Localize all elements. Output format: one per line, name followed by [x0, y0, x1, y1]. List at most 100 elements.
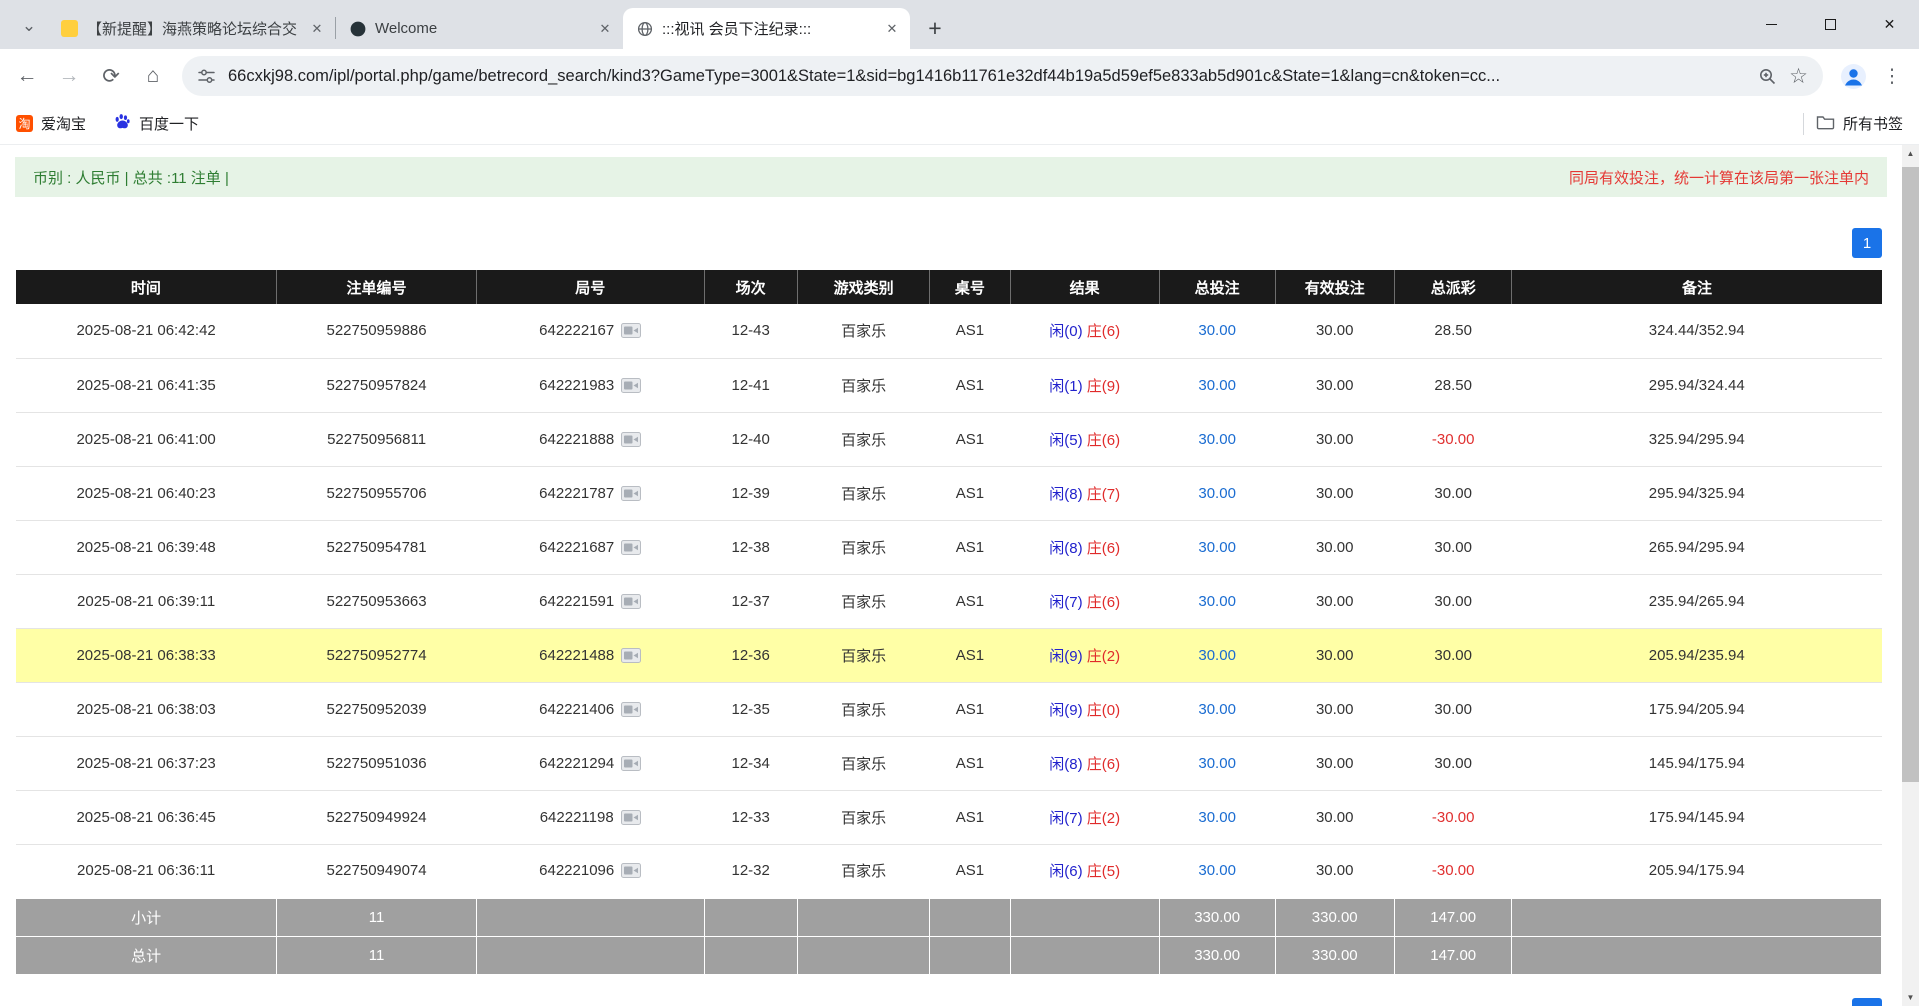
- video-replay-icon[interactable]: [621, 756, 641, 771]
- welcome-favicon-icon: [349, 20, 366, 37]
- result-player: 闲(6): [1049, 863, 1082, 880]
- forward-icon: →: [59, 64, 80, 88]
- zoom-icon[interactable]: [1758, 67, 1777, 86]
- tab-welcome[interactable]: Welcome ✕: [336, 8, 623, 49]
- pagination-button-1[interactable]: 1: [1852, 228, 1882, 258]
- column-header: 时间: [16, 270, 277, 304]
- video-replay-icon[interactable]: [621, 432, 641, 447]
- cell-session: 12-34: [704, 736, 797, 790]
- url-text[interactable]: 66cxkj98.com/ipl/portal.php/game/betreco…: [228, 67, 1746, 86]
- refresh-button[interactable]: ⟳: [92, 57, 130, 95]
- cell-time: 2025-08-21 06:42:42: [16, 304, 277, 358]
- cell-session: 12-39: [704, 466, 797, 520]
- result-banker: 庄(5): [1087, 863, 1120, 880]
- cell-valid-bet: 30.00: [1275, 682, 1394, 736]
- maximize-button[interactable]: [1801, 0, 1860, 49]
- cell-table-no: AS1: [930, 682, 1010, 736]
- bookmark-baidu[interactable]: 百度一下: [114, 113, 199, 134]
- result-player: 闲(9): [1049, 702, 1082, 719]
- site-settings-icon[interactable]: [197, 67, 216, 86]
- payout-value: 30.00: [1434, 647, 1472, 664]
- all-bookmarks-label: 所有书签: [1843, 113, 1903, 134]
- total-bet-link[interactable]: 30.00: [1198, 377, 1236, 394]
- cell-total-bet: 30.00: [1159, 466, 1275, 520]
- total-bet-link[interactable]: 30.00: [1198, 862, 1236, 879]
- home-button[interactable]: ⌂: [134, 57, 172, 95]
- cell-round-id: 642221787: [476, 466, 704, 520]
- cell-session: 12-36: [704, 628, 797, 682]
- home-icon: ⌂: [147, 64, 160, 88]
- scroll-down-arrow-icon[interactable]: ▼: [1902, 989, 1919, 1006]
- video-replay-icon[interactable]: [621, 863, 641, 878]
- total-bet-link[interactable]: 30.00: [1198, 431, 1236, 448]
- total-bet-link[interactable]: 30.00: [1198, 755, 1236, 772]
- video-replay-icon[interactable]: [621, 323, 641, 338]
- window-controls: ✕: [1742, 0, 1919, 49]
- summary-count: 11: [277, 898, 477, 936]
- cell-table-no: AS1: [930, 844, 1010, 898]
- close-window-button[interactable]: ✕: [1860, 0, 1919, 49]
- address-bar[interactable]: 66cxkj98.com/ipl/portal.php/game/betreco…: [182, 56, 1823, 96]
- payout-value: 30.00: [1434, 593, 1472, 610]
- video-replay-icon[interactable]: [621, 648, 641, 663]
- video-replay-icon[interactable]: [621, 540, 641, 555]
- tab-bet-records[interactable]: :::视讯 会员下注纪录::: ✕: [623, 8, 910, 49]
- summary-row: 总计11330.00330.00147.00: [16, 936, 1882, 974]
- forward-button[interactable]: →: [50, 57, 88, 95]
- notice-text: 同局有效投注，统一计算在该局第一张注单内: [1569, 167, 1869, 188]
- cell-game-type: 百家乐: [797, 574, 929, 628]
- cell-valid-bet: 30.00: [1275, 358, 1394, 412]
- bookmark-taobao[interactable]: 淘 爱淘宝: [16, 113, 86, 134]
- scrollbar-thumb[interactable]: [1902, 167, 1919, 782]
- column-header: 有效投注: [1275, 270, 1394, 304]
- cell-time: 2025-08-21 06:39:11: [16, 574, 277, 628]
- cell-remark: 325.94/295.94: [1512, 412, 1882, 466]
- payout-value: 30.00: [1434, 539, 1472, 556]
- cell-bet-id: 522750957824: [277, 358, 477, 412]
- round-number: 642221591: [539, 593, 614, 610]
- back-button[interactable]: ←: [8, 57, 46, 95]
- total-bet-link[interactable]: 30.00: [1198, 539, 1236, 556]
- bet-record-row: 2025-08-21 06:37:23522750951036642221294…: [16, 736, 1882, 790]
- video-replay-icon[interactable]: [621, 702, 641, 717]
- video-replay-icon[interactable]: [621, 594, 641, 609]
- round-number: 642222167: [539, 322, 614, 339]
- menu-icon[interactable]: ⋮: [1877, 57, 1907, 95]
- cell-remark: 145.94/175.94: [1512, 736, 1882, 790]
- tab-close-icon[interactable]: ✕: [595, 19, 615, 39]
- column-header: 总投注: [1159, 270, 1275, 304]
- vertical-scrollbar[interactable]: ▲ ▼: [1902, 145, 1919, 1006]
- tab-close-icon[interactable]: ✕: [882, 19, 902, 39]
- cell-time: 2025-08-21 06:39:48: [16, 520, 277, 574]
- tab-search-button[interactable]: ⌄: [14, 11, 44, 41]
- cell-game-type: 百家乐: [797, 844, 929, 898]
- total-bet-link[interactable]: 30.00: [1198, 701, 1236, 718]
- total-bet-link[interactable]: 30.00: [1198, 809, 1236, 826]
- scroll-up-arrow-icon[interactable]: ▲: [1902, 145, 1919, 162]
- video-replay-icon[interactable]: [621, 810, 641, 825]
- total-bet-link[interactable]: 30.00: [1198, 485, 1236, 502]
- table-footer: 小计11330.00330.00147.00总计11330.00330.0014…: [16, 898, 1882, 974]
- round-number: 642221198: [540, 809, 614, 826]
- total-bet-link[interactable]: 30.00: [1198, 647, 1236, 664]
- cell-round-id: 642221294: [476, 736, 704, 790]
- column-header: 场次: [704, 270, 797, 304]
- summary-valid-bet: 330.00: [1275, 898, 1394, 936]
- tab-close-icon[interactable]: ✕: [307, 19, 327, 39]
- pagination-button-bottom[interactable]: 1: [1852, 998, 1882, 1006]
- total-bet-link[interactable]: 30.00: [1198, 322, 1236, 339]
- minimize-button[interactable]: [1742, 0, 1801, 49]
- total-bet-link[interactable]: 30.00: [1198, 593, 1236, 610]
- cell-valid-bet: 30.00: [1275, 304, 1394, 358]
- video-replay-icon[interactable]: [621, 486, 641, 501]
- cell-round-id: 642221198: [476, 790, 704, 844]
- result-banker: 庄(6): [1087, 323, 1120, 340]
- cell-session: 12-43: [704, 304, 797, 358]
- profile-avatar-icon[interactable]: [1833, 56, 1873, 96]
- bookmark-star-icon[interactable]: ☆: [1789, 64, 1808, 89]
- cell-payout: 28.50: [1394, 304, 1512, 358]
- new-tab-button[interactable]: +: [919, 12, 951, 44]
- all-bookmarks-button[interactable]: 所有书签: [1816, 113, 1903, 134]
- tab-forum[interactable]: 【新提醒】海燕策略论坛综合交 ✕: [48, 8, 335, 49]
- video-replay-icon[interactable]: [621, 378, 641, 393]
